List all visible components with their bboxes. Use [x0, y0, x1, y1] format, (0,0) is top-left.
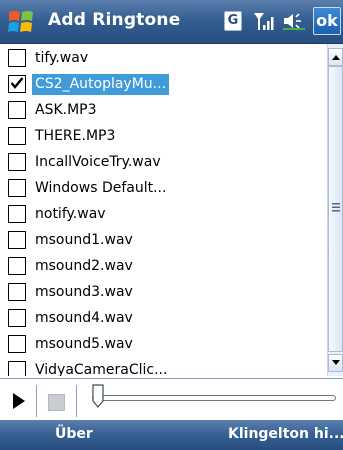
volume-icon[interactable]	[282, 11, 306, 31]
list-item[interactable]: IncallVoiceTry.wav	[0, 150, 327, 176]
list-item-label: Windows Default...	[35, 180, 167, 196]
checkbox[interactable]	[8, 205, 26, 223]
list-item-label: notify.wav	[35, 206, 106, 222]
grip-icon	[332, 203, 340, 212]
page-title: Add Ringtone	[48, 10, 181, 30]
play-icon[interactable]	[10, 390, 28, 412]
divider	[36, 385, 37, 417]
scroll-up-button[interactable]	[328, 48, 343, 66]
checkbox[interactable]	[8, 49, 26, 67]
checkbox-checked[interactable]	[8, 75, 26, 93]
title-bar: Add Ringtone G ok	[0, 0, 343, 44]
list-item[interactable]: msound3.wav	[0, 280, 327, 306]
list-item[interactable]: ASK.MP3	[0, 98, 327, 124]
g-icon[interactable]: G	[224, 11, 242, 31]
checkbox[interactable]	[8, 309, 26, 327]
checkbox[interactable]	[8, 335, 26, 353]
vertical-scrollbar[interactable]	[327, 44, 343, 376]
list-item[interactable]: Windows Default...	[0, 176, 327, 202]
checkbox[interactable]	[8, 361, 26, 376]
about-softkey[interactable]: Über	[55, 426, 93, 442]
list-item[interactable]: THERE.MP3	[0, 124, 327, 150]
checkbox[interactable]	[8, 179, 26, 197]
checkbox[interactable]	[8, 101, 26, 119]
list-item-label: msound4.wav	[35, 310, 133, 326]
checkbox[interactable]	[8, 283, 26, 301]
stop-icon[interactable]	[48, 394, 65, 411]
list-item-label: msound2.wav	[35, 258, 133, 274]
list-item-label: tify.wav	[35, 50, 89, 66]
add-ringtone-softkey[interactable]: Klingelton hi...	[228, 426, 343, 442]
list-item[interactable]: VidyaCameraClic...	[0, 358, 327, 376]
list-item-label: VidyaCameraClic...	[35, 362, 168, 376]
signal-icon[interactable]	[253, 11, 275, 31]
list-item-label: ASK.MP3	[35, 102, 97, 118]
seek-slider-thumb[interactable]	[92, 384, 104, 408]
list-item-label: THERE.MP3	[35, 128, 116, 144]
menu-bar: Über Klingelton hi...	[0, 420, 343, 450]
list-item-label: IncallVoiceTry.wav	[35, 154, 161, 170]
list-item[interactable]: CS2_AutoplayMu...	[0, 72, 327, 98]
ok-button[interactable]: ok	[313, 7, 341, 35]
list-item[interactable]: msound4.wav	[0, 306, 327, 332]
checkbox[interactable]	[8, 231, 26, 249]
list-item-label: msound5.wav	[35, 336, 133, 352]
add-ringtone-screen: Add Ringtone G ok tify.wav CS2_AutoplayM…	[0, 0, 343, 450]
player-bar	[0, 378, 343, 420]
list-item-label: msound3.wav	[35, 284, 133, 300]
list-item-label-selected: CS2_AutoplayMu...	[32, 74, 170, 95]
scroll-thumb[interactable]	[328, 66, 343, 352]
checkbox[interactable]	[8, 127, 26, 145]
arrow-up-icon	[332, 55, 340, 60]
seek-slider[interactable]	[92, 395, 336, 401]
divider	[76, 385, 77, 417]
checkmark-icon	[10, 77, 24, 89]
checkbox[interactable]	[8, 153, 26, 171]
list-item-label: msound1.wav	[35, 232, 133, 248]
windows-start-icon[interactable]	[6, 7, 36, 37]
list-item[interactable]: msound5.wav	[0, 332, 327, 358]
list-item[interactable]: msound1.wav	[0, 228, 327, 254]
list-item[interactable]: tify.wav	[0, 46, 327, 72]
list-item[interactable]: msound2.wav	[0, 254, 327, 280]
arrow-down-icon	[332, 360, 340, 365]
ringtone-list: tify.wav CS2_AutoplayMu... ASK.MP3 THERE…	[0, 44, 327, 376]
list-item[interactable]: notify.wav	[0, 202, 327, 228]
scroll-down-button[interactable]	[328, 354, 343, 372]
checkbox[interactable]	[8, 257, 26, 275]
